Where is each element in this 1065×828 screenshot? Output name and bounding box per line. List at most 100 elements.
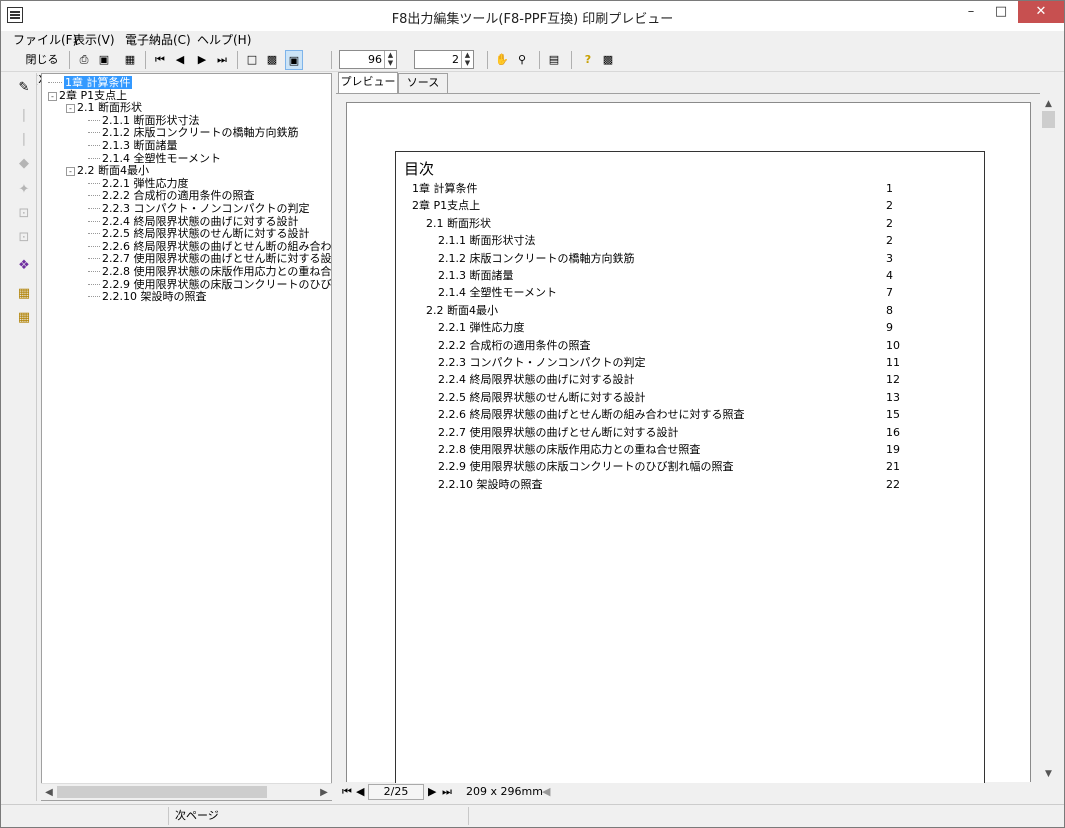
print-setup-icon[interactable]: ▦ [121,50,139,70]
document-structure-icon[interactable]: ▦ [13,307,35,329]
tree-node[interactable]: 2.2.10 架設時の照査 [88,290,206,303]
tree-expander-icon[interactable]: - [66,104,75,114]
tree-node[interactable]: -2.2 断面4最小 [66,164,149,177]
preview-vertical-scrollbar[interactable]: ▲ ▼ [1040,93,1057,781]
single-page-icon[interactable]: □ [243,50,261,70]
tab-source[interactable]: ソース [398,73,448,93]
two-page-icon[interactable]: ▩ [263,50,281,70]
tree-node-label[interactable]: 2.2.7 使用限界状態の曲げとせん断に対する設計 [102,252,331,265]
tree-node-label[interactable]: 2.1.4 全塑性モーメント [102,152,221,165]
page-spinner-arrows[interactable]: ▲ ▼ [461,51,473,68]
toc-page-number: 22 [886,477,900,491]
tree-node-label[interactable]: 2.1.1 断面形状寸法 [102,114,200,127]
tree-node-label[interactable]: 2.2.1 弾性応力度 [102,177,189,190]
tree-node-label[interactable]: 2.1 断面形状 [77,101,142,114]
tree-node[interactable]: 2.1.3 断面諸量 [88,139,178,152]
zoom-spinner[interactable]: 96 ▲ ▼ [339,50,397,69]
toc-page-number: 15 [886,408,900,422]
next-page-icon[interactable]: ▶ [193,50,211,70]
tree-node-label[interactable]: 2.1.3 断面諸量 [102,139,178,152]
scroll-down-icon[interactable]: ▼ [1040,769,1057,779]
scroll-up-icon[interactable]: ▲ [1040,99,1057,109]
tree-connector [88,152,100,159]
tree-structure-icon[interactable]: ▦ [13,283,35,305]
toc-page-number: 13 [886,390,900,404]
tree-node-label[interactable]: 2.2 断面4最小 [77,164,149,177]
tree-node-label[interactable]: 2.2.8 使用限界状態の床版作用応力との重ね合せ [102,265,331,278]
tree-node[interactable]: 2.2.4 終局限界状態の曲げに対する設計 [88,215,298,228]
help-icon[interactable]: ? [579,50,597,70]
edit-pencil-icon[interactable]: ✎ [13,77,35,99]
tree-node[interactable]: 1章 計算条件 [48,76,132,89]
tree-node[interactable]: 2.2.6 終局限界状態の曲げとせん断の組み合わせ [88,240,331,253]
print-icon[interactable]: ⎙ [75,50,93,70]
tree-node-label[interactable]: 2.2.6 終局限界状態の曲げとせん断の組み合わせ [102,240,331,253]
scroll-left-icon[interactable]: ◀ [41,784,57,801]
tree-node-label[interactable]: 2.2.9 使用限界状態の床版コンクリートのひび割 [102,278,331,291]
tree-node-label[interactable]: 2.1.2 床版コンクリートの橋軸方向鉄筋 [102,126,298,139]
tree-node-label[interactable]: 2.2.3 コンパクト・ノンコンパクトの判定 [102,202,309,215]
tree-node-label[interactable]: 2章 P1支点上 [59,89,127,102]
tree-node[interactable]: 2.1.2 床版コンクリートの橋軸方向鉄筋 [88,126,298,139]
scrollbar-thumb[interactable] [1042,111,1055,128]
tree-node[interactable]: 2.2.8 使用限界状態の床版作用応力との重ね合せ [88,265,331,278]
toc-entry: 2.2.9 使用限界状態の床版コンクリートのひび割れ幅の照査 [438,460,734,474]
tree-node[interactable]: 2.2.2 合成桁の適用条件の照査 [88,189,255,202]
tree-node[interactable]: -2.1 断面形状 [66,101,142,114]
scroll-right-icon[interactable]: ▶ [316,784,332,801]
first-page-icon[interactable]: ⏮ [151,50,169,70]
tree-node-label[interactable]: 2.2.5 終局限界状態のせん断に対する設計 [102,227,309,240]
prev-page-small-icon[interactable]: ◀ [356,785,364,798]
tree-node[interactable]: 2.1.1 断面形状寸法 [88,114,200,127]
window-title: F8出力編集ツール(F8-PPF互換) 印刷プレビュー [391,12,674,27]
tree-node[interactable]: 2.2.7 使用限界状態の曲げとせん断に対する設計 [88,252,331,265]
tree-horizontal-scrollbar[interactable]: ◀ ▶ [41,783,332,800]
tree-node-label[interactable]: 1章 計算条件 [64,76,132,89]
previous-page-icon[interactable]: ◀ [171,50,189,70]
menu-view[interactable]: 表示(V) [73,31,115,48]
toc-entry: 2.1.3 断面諸量 [438,269,514,282]
info-icon[interactable]: ▩ [599,50,617,70]
tree-node[interactable]: 2.2.9 使用限界状態の床版コンクリートのひび割 [88,278,331,291]
tree-node[interactable]: 2.1.4 全塑性モーメント [88,152,221,165]
first-page-small-icon[interactable]: ⏮ [342,785,352,799]
last-page-small-icon[interactable]: ⏭ [442,785,452,799]
tab-preview[interactable]: プレビュー [338,72,398,93]
close-window-button[interactable]: ✕ [1018,1,1064,23]
next-page-small-icon[interactable]: ▶ [428,785,436,798]
close-preview-button[interactable]: 閉じる(X) [19,50,65,86]
page-spinner[interactable]: 2 ▲ ▼ [414,50,474,69]
tree-node[interactable]: -2章 P1支点上 [48,89,127,102]
last-page-icon[interactable]: ⏭ [213,50,231,70]
toc-entry: 2.2 断面4最小 [426,303,498,317]
scroll-left-icon[interactable]: ◀ [542,785,550,798]
tree-node-label[interactable]: 2.2.4 終局限界状態の曲げに対する設計 [102,215,298,228]
hand-tool-icon[interactable]: ✋ [493,50,511,70]
tree-node[interactable]: 2.2.5 終局限界状態のせん断に対する設計 [88,227,309,240]
tree-node[interactable]: 2.2.1 弾性応力度 [88,177,189,190]
preview-area: 目次 1章 計算条件 1 2章 P1支点上 2 2.1 断面形状 2 2.1.1 断面形状寸… [336,93,1057,791]
magnifier-icon[interactable]: ⚲ [513,50,531,70]
toc-page-number: 16 [886,425,900,439]
zoom-spinner-arrows[interactable]: ▲ ▼ [384,51,396,68]
toc-page-number: 7 [886,286,893,300]
toc-page-number: 2 [886,234,893,248]
toc-page-number: 12 [886,373,900,387]
tree-expander-icon[interactable]: - [66,167,75,177]
menu-electronic-delivery[interactable]: 電子納品(C) [125,31,191,48]
fit-page-icon[interactable]: ▣ [285,50,303,70]
style-palette-icon[interactable]: ❖ [13,255,35,277]
tree-node[interactable]: 2.2.3 コンパクト・ノンコンパクトの判定 [88,202,309,215]
menu-help[interactable]: ヘルプ(H) [197,31,251,48]
tree-node-label[interactable]: 2.2.2 合成桁の適用条件の照査 [102,189,255,202]
scrollbar-thumb[interactable] [57,786,267,798]
tree-connector [88,189,100,197]
tree-expander-icon[interactable]: - [48,91,57,101]
save-icon[interactable]: ▣ [95,50,113,70]
maximize-button[interactable]: □ [986,1,1016,23]
vertical-toolbar: ✎ ∣ ∣ ◆ ✦ ⊡ ⊡ ❖ ▦ ▦ [9,73,37,801]
minimize-button[interactable]: – [956,1,986,23]
export-icon[interactable]: ▤ [545,50,563,70]
tree-node-label[interactable]: 2.2.10 架設時の照査 [102,290,206,303]
menu-file[interactable]: ファイル(F) [13,31,77,48]
